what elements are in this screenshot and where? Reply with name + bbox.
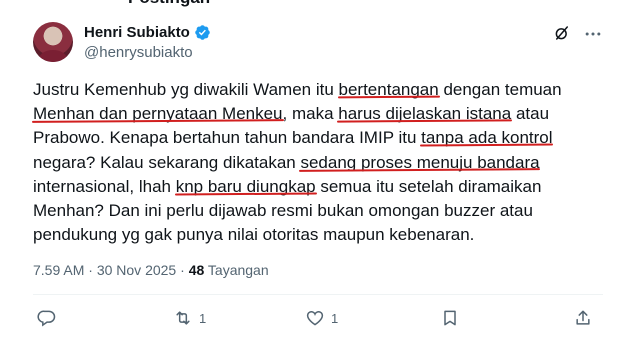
retweet-count: 1 bbox=[199, 310, 207, 326]
tweet-line: negara? Kalau sekarang dikatakan sedang … bbox=[33, 152, 540, 172]
divider bbox=[33, 294, 603, 295]
author-display-name[interactable]: Henri Subiakto bbox=[84, 24, 190, 41]
tweet-date[interactable]: 30 Nov 2025 bbox=[97, 262, 176, 278]
tweet-meta: 7.59 AM · 30 Nov 2025 · 48 Tayangan bbox=[33, 262, 269, 278]
underlined-phrase: knp baru diungkap bbox=[175, 176, 316, 196]
underlined-phrase: sedang proses menuju bandara bbox=[300, 152, 540, 172]
avatar[interactable] bbox=[33, 22, 73, 62]
tweet-time[interactable]: 7.59 AM bbox=[33, 262, 84, 278]
underlined-phrase: bertentangan bbox=[338, 80, 439, 99]
share-icon bbox=[576, 310, 590, 325]
like-count: 1 bbox=[331, 310, 339, 326]
author-name-row: Henri Subiakto bbox=[84, 24, 211, 41]
views-label: Tayangan bbox=[204, 262, 269, 278]
like-button[interactable]: 1 bbox=[305, 308, 338, 328]
underlined-phrase: Menhan dan pernyataan Menkeu bbox=[33, 104, 283, 124]
avatar-figure bbox=[39, 50, 67, 62]
reply-icon bbox=[37, 310, 56, 327]
views-count[interactable]: 48 bbox=[189, 262, 205, 278]
tweet-line: Prabowo. Kenapa bertahun tahun bandara I… bbox=[33, 128, 553, 148]
grok-icon[interactable] bbox=[553, 24, 571, 42]
underlined-phrase: harus dijelaskan istana bbox=[338, 104, 512, 124]
bookmark-button[interactable] bbox=[440, 308, 466, 328]
retweet-icon bbox=[176, 311, 190, 325]
share-button[interactable] bbox=[573, 308, 599, 328]
tweet-line: internasional, lhah knp baru diungkap se… bbox=[33, 176, 542, 196]
tweet-text: Justru Kemenhub yg diwakili Wamen itu be… bbox=[33, 78, 603, 247]
heart-icon bbox=[306, 311, 324, 326]
underlined-phrase: tanpa ada kontrol bbox=[421, 128, 553, 148]
more-options-icon[interactable] bbox=[583, 24, 603, 44]
author-handle[interactable]: @henrysubiakto bbox=[84, 44, 193, 61]
tweet-line: Justru Kemenhub yg diwakili Wamen itu be… bbox=[33, 80, 562, 99]
retweet-button[interactable]: 1 bbox=[173, 308, 206, 328]
tweet-line: Menhan? Dan ini perlu dijawab resmi buka… bbox=[33, 201, 533, 221]
page-header-title: Postingan bbox=[128, 0, 210, 8]
tweet-line: pendukung yg gak punya nilai otoritas ma… bbox=[33, 225, 475, 245]
tweet-line: Menhan dan pernyataan Menkeu, maka harus… bbox=[33, 104, 550, 124]
action-bar: 1 1 bbox=[33, 308, 597, 336]
verified-badge-icon bbox=[194, 24, 211, 41]
reply-button[interactable] bbox=[37, 308, 63, 328]
bookmark-icon bbox=[444, 310, 456, 326]
